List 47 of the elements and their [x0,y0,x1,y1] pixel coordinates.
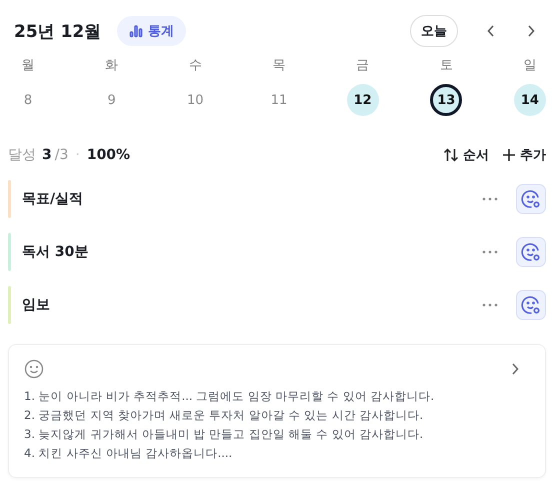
plus-icon [502,148,516,162]
journal-line: 3. 늦지않게 귀가해서 아들내미 밥 만들고 집안일 해둘 수 있어 감사합니다. [24,426,424,443]
achievement-label: 달성 [8,146,36,164]
date-button[interactable]: 12 [346,84,379,116]
weekday-label: 토 [440,57,453,74]
journal-line: 4. 치킨 사주신 아내님 감사하옵니다.... [24,445,234,462]
add-button[interactable]: 추가 [502,146,546,164]
month-title: 25년 12월 [14,20,102,42]
smiley-icon [521,242,541,262]
weekday-label: 목 [272,57,286,74]
weekday-label: 금 [356,57,370,74]
date-button[interactable]: 10 [179,84,212,116]
weekday-label: 월 [22,57,34,74]
weekday-label: 화 [105,57,118,74]
date-button[interactable]: 8 [12,84,44,116]
smiley-icon [24,359,44,379]
goal-title: 목표/실적 [22,190,84,208]
smiley-icon [521,295,541,315]
smiley-icon [521,189,541,209]
bar-chart-icon [129,24,144,38]
done-count: 3 [42,147,52,163]
weekday-label: 일 [523,57,536,74]
separator-dot: · [75,147,80,163]
chevron-right-icon [510,362,520,376]
chevron-left-icon [486,24,496,38]
journal-line: 1. 눈이 아니라 비가 추적추적... 그럼에도 임장 마무리할 수 있어 감사합니다. [24,388,436,405]
stats-button[interactable]: 통계 [117,16,186,46]
more-icon [482,197,498,201]
goal-title: 독서 30분 [22,243,90,261]
total-count: /3 [54,147,68,163]
today-button[interactable]: 오늘 [410,15,458,47]
more-icon [482,303,498,307]
date-button[interactable]: 14 [514,84,546,116]
date-button[interactable]: 13 [430,84,462,116]
goal-title: 임보 [22,296,51,314]
sort-icon [443,148,459,162]
date-button[interactable]: 9 [96,84,128,116]
mood-button[interactable] [516,290,546,320]
mood-button[interactable] [516,184,546,214]
percent-text: 100% [86,147,130,163]
sort-button[interactable]: 순서 [443,146,489,164]
date-button[interactable]: 11 [262,84,295,116]
more-icon [482,250,498,254]
weekday-label: 수 [188,57,202,74]
chevron-right-icon [526,24,536,38]
mood-button[interactable] [516,237,546,267]
journal-line: 2. 궁금했던 지역 찾아가며 새로운 투자처 알아갈 수 있는 시간 감사합니다. [24,407,424,424]
